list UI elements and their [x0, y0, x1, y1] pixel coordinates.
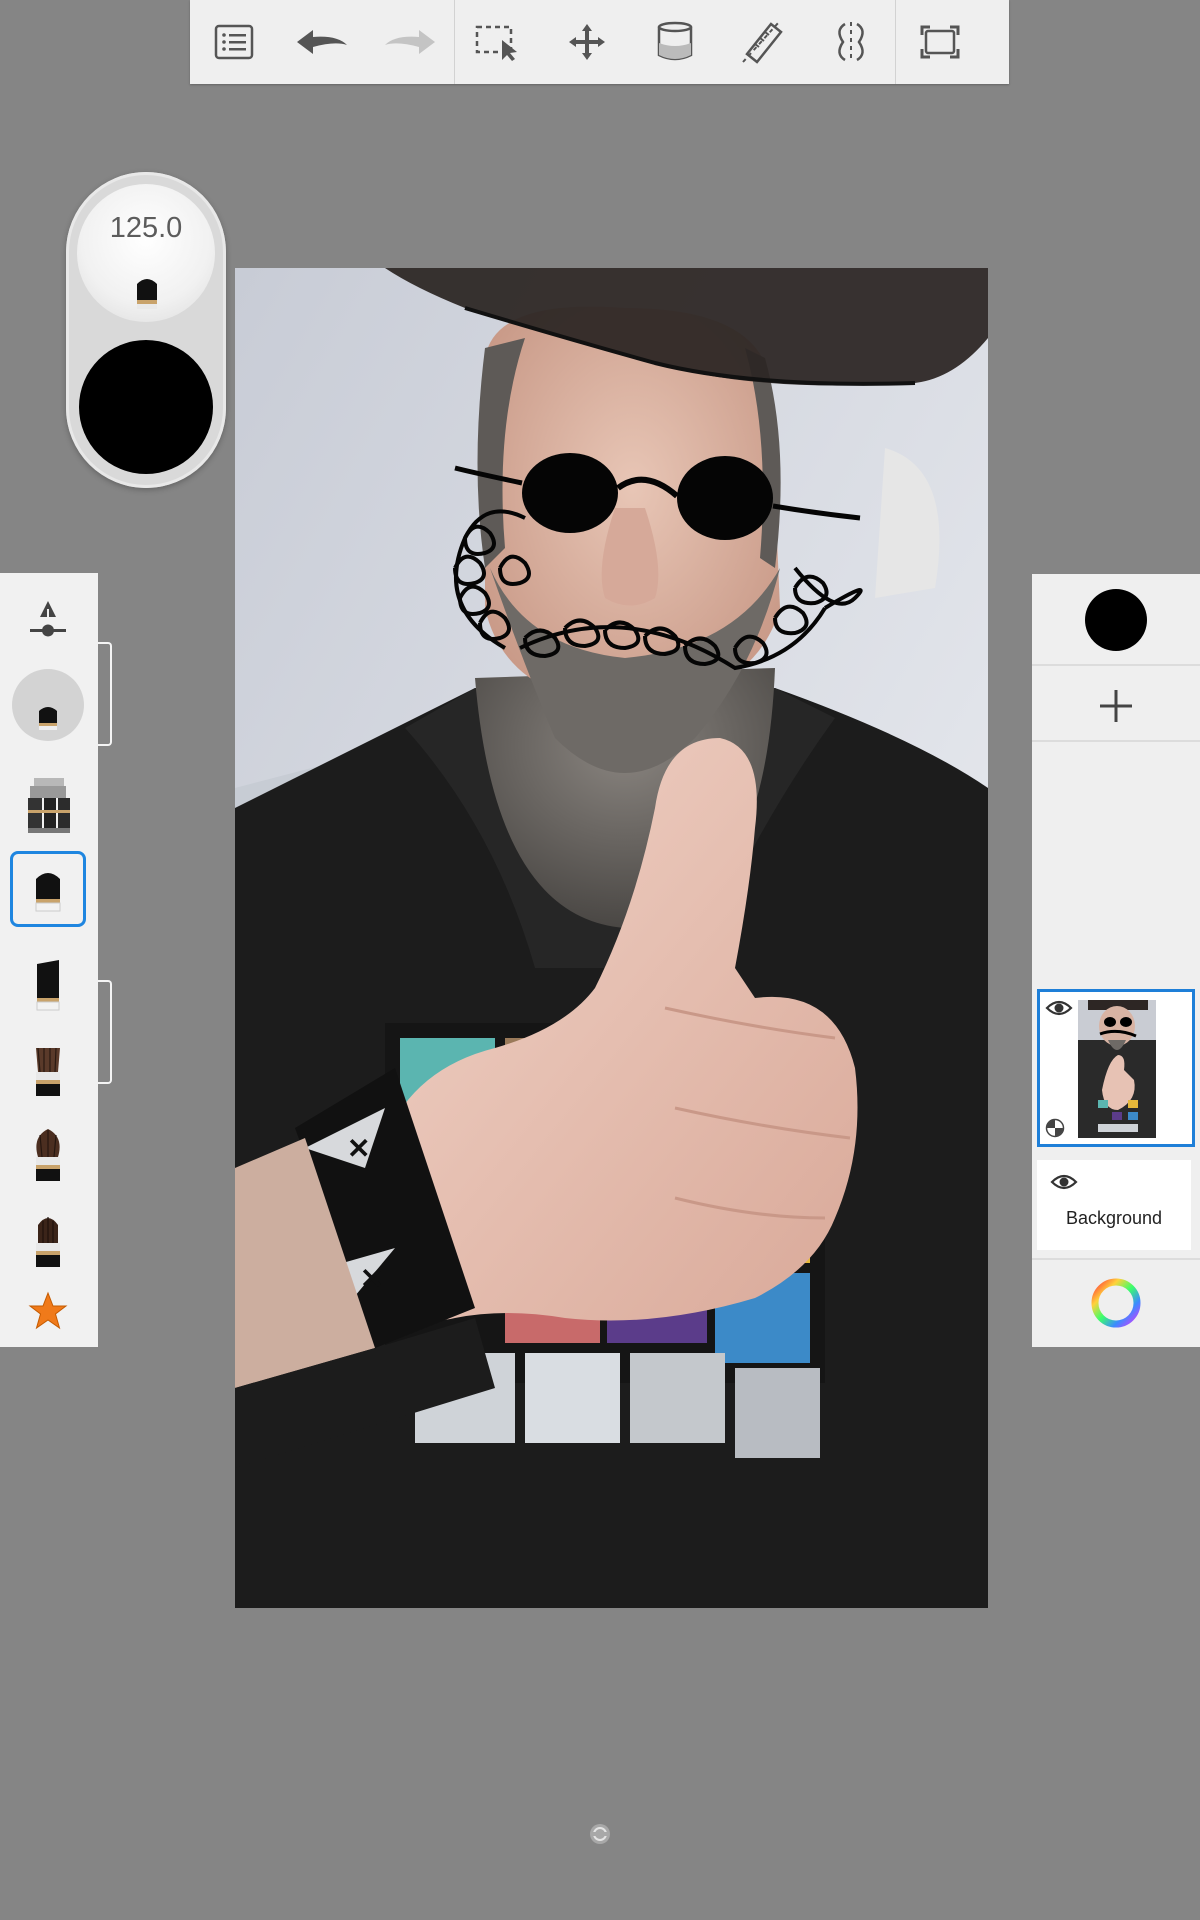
brush-library-icon[interactable] [12, 769, 84, 841]
current-brush-preview[interactable] [12, 669, 84, 741]
selection-icon[interactable] [455, 0, 543, 84]
svg-text:✕: ✕ [360, 1263, 383, 1294]
canvas-artwork: ✕ ✕ [235, 268, 988, 1608]
round-brush-icon[interactable] [12, 1205, 84, 1277]
eye-visibility-icon[interactable] [1045, 998, 1073, 1018]
brush-palette [0, 573, 98, 1347]
palette-expander-tab[interactable] [98, 642, 112, 746]
fan-brush-icon[interactable] [12, 1119, 84, 1191]
panel-divider [1032, 740, 1200, 742]
brush-color-swatch[interactable] [79, 340, 213, 474]
brush-size-puck[interactable]: 125.0 [66, 172, 226, 488]
layer-preview-image [1078, 1000, 1156, 1138]
top-toolbar [190, 0, 1009, 84]
transform-move-icon[interactable] [543, 0, 631, 84]
layers-panel: Background [1032, 574, 1200, 1347]
layer-thumbnail-selected[interactable] [1037, 989, 1195, 1147]
brush-settings-icon[interactable] [12, 583, 84, 655]
canvas-reset-icon[interactable] [588, 1822, 612, 1846]
menu-list-icon[interactable] [190, 0, 278, 84]
current-color-swatch[interactable] [1085, 589, 1147, 651]
chisel-marker-icon[interactable] [12, 949, 84, 1021]
blend-mode-icon[interactable] [1045, 1118, 1065, 1138]
palette-expander-tab[interactable] [98, 980, 112, 1084]
layer-background[interactable]: Background [1037, 1160, 1191, 1250]
favorites-star-icon[interactable] [12, 1275, 84, 1347]
brush-tip-icon [137, 279, 157, 309]
brush-size-dial[interactable]: 125.0 [77, 184, 215, 322]
panel-divider [1032, 664, 1200, 666]
flat-brush-icon[interactable] [12, 1035, 84, 1107]
eye-visibility-icon[interactable] [1050, 1172, 1078, 1192]
color-wheel-icon[interactable] [1090, 1277, 1142, 1329]
undo-icon[interactable] [278, 0, 366, 84]
fullscreen-icon[interactable] [896, 0, 984, 84]
redo-icon[interactable] [366, 0, 454, 84]
symmetry-icon[interactable] [807, 0, 895, 84]
layer-name-label: Background [1065, 1208, 1163, 1228]
brush-size-value: 125.0 [109, 212, 183, 244]
marker-brush-icon[interactable] [10, 851, 86, 927]
plus-icon[interactable] [1096, 686, 1136, 726]
svg-text:✕: ✕ [347, 1133, 370, 1164]
drawing-canvas[interactable]: ✕ ✕ [235, 268, 988, 1608]
fill-bucket-icon[interactable] [631, 0, 719, 84]
ruler-guide-icon[interactable] [719, 0, 807, 84]
panel-divider [1032, 1258, 1200, 1260]
